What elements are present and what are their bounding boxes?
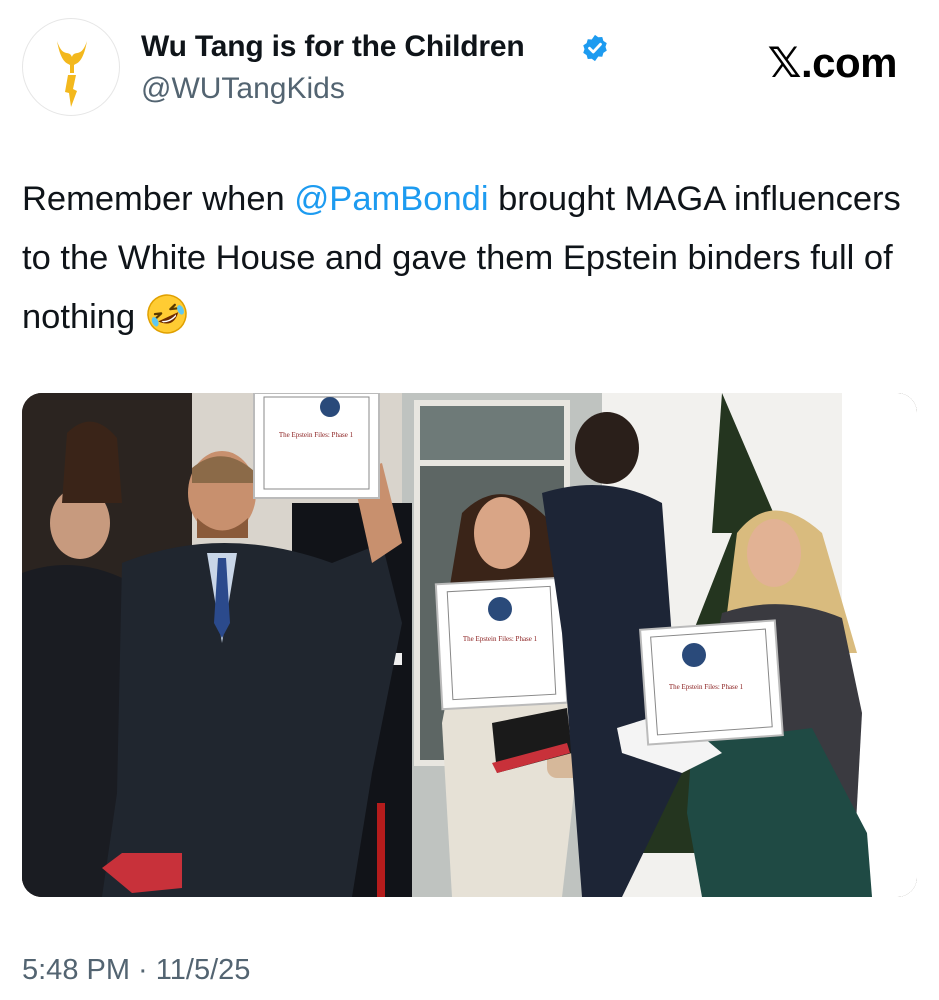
photo-of-three-people-holding-white-binders: The Epstein Files: Phase 1 The Epstein F… bbox=[22, 393, 917, 897]
author-handle[interactable]: @WUTangKids bbox=[141, 72, 345, 106]
tweet-media-photo[interactable]: The Epstein Files: Phase 1 The Epstein F… bbox=[22, 393, 917, 897]
tweet-timestamp[interactable]: 5:48 PM · 11/5/25 bbox=[22, 954, 250, 987]
timestamp-separator: · bbox=[130, 954, 156, 986]
binder-2-label: The Epstein Files: Phase 1 bbox=[463, 635, 538, 643]
binder-3-label: The Epstein Files: Phase 1 bbox=[669, 683, 744, 691]
binder-1-label: The Epstein Files: Phase 1 bbox=[279, 431, 354, 439]
timestamp-time: 5:48 PM bbox=[22, 954, 130, 986]
rolling-on-floor-laughing-emoji bbox=[147, 294, 187, 334]
tweet-text-before: Remember when bbox=[22, 180, 295, 218]
timestamp-date: 11/5/25 bbox=[155, 954, 251, 986]
verified-badge-icon bbox=[583, 34, 607, 62]
brand-suffix: .com bbox=[800, 39, 898, 86]
x-com-brand: 𝕏.com bbox=[767, 38, 898, 87]
tweet-text: Remember when @PamBondi brought MAGA inf… bbox=[22, 170, 902, 347]
author-avatar[interactable] bbox=[22, 18, 120, 116]
author-display-name[interactable]: Wu Tang is for the Children bbox=[141, 30, 525, 64]
mention-link[interactable]: @PamBondi bbox=[294, 180, 488, 218]
x-logo-icon: 𝕏 bbox=[767, 38, 802, 87]
wu-tang-logo-icon bbox=[57, 41, 87, 107]
